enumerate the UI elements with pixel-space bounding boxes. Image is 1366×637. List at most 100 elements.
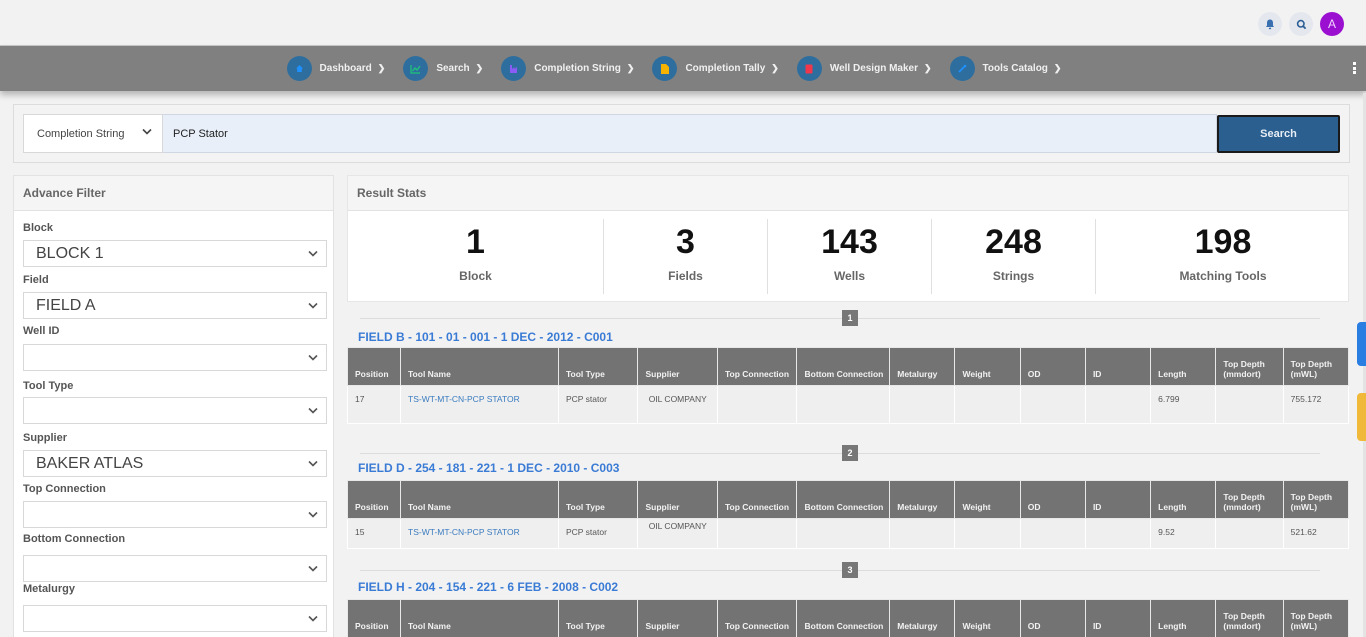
column-header[interactable]: Metalurgy bbox=[889, 599, 956, 637]
stat-value: 198 bbox=[1194, 223, 1252, 261]
column-header[interactable]: Supplier bbox=[637, 347, 718, 386]
column-header[interactable]: Top Depth (mmdort) bbox=[1215, 599, 1284, 637]
column-header[interactable]: OD bbox=[1019, 599, 1086, 637]
search-button[interactable]: Search bbox=[1217, 115, 1340, 153]
table-row[interactable]: 15 TS-WT-MT-CN-PCP STATOR PCP stator OIL CO… bbox=[347, 518, 1350, 549]
header-search-button[interactable] bbox=[1289, 12, 1313, 36]
filter-label: Bottom Connection bbox=[23, 533, 126, 545]
chevron-down-icon: ❯ bbox=[626, 63, 635, 73]
filter-select-tool-type[interactable] bbox=[23, 397, 327, 424]
table-cell: 521.62 bbox=[1282, 518, 1350, 549]
column-header[interactable]: Bottom Connection bbox=[796, 599, 891, 637]
filter-select-supplier[interactable]: BAKER ATLAS bbox=[23, 450, 327, 477]
filter-select-metalurgy[interactable] bbox=[23, 605, 327, 632]
table-cell bbox=[796, 385, 891, 424]
nav-item-dashboard[interactable]: Dashboard ❯ bbox=[286, 56, 385, 81]
top-header: A bbox=[0, 0, 1366, 46]
column-header[interactable]: Tool Type bbox=[557, 599, 639, 637]
filter-label: Field bbox=[23, 274, 49, 286]
group-number-badge: 1 bbox=[842, 310, 858, 326]
column-header[interactable]: Supplier bbox=[637, 599, 718, 637]
column-header[interactable]: Length bbox=[1150, 347, 1217, 386]
column-header[interactable]: Metalurgy bbox=[889, 480, 956, 519]
column-header[interactable]: Tool Name bbox=[400, 480, 559, 519]
group-title-link[interactable]: FIELD B - 101 - 01 - 001 - 1 DEC - 2012 … bbox=[358, 330, 613, 344]
column-header[interactable]: Tool Type bbox=[557, 347, 639, 386]
nav-item-search[interactable]: Search ❯ bbox=[403, 56, 483, 81]
column-header[interactable]: Top Connection bbox=[716, 347, 798, 386]
group-divider bbox=[360, 453, 1320, 454]
side-tab-blue[interactable] bbox=[1357, 322, 1366, 366]
filter-label: Well ID bbox=[23, 325, 60, 337]
column-header[interactable]: Weight bbox=[954, 480, 1021, 519]
column-header[interactable]: Top Depth (mmdort) bbox=[1215, 480, 1284, 519]
nav-label: Well Design Maker bbox=[829, 63, 918, 74]
column-header[interactable]: Tool Name bbox=[400, 599, 559, 637]
filter-select-well-id[interactable] bbox=[23, 344, 327, 371]
column-header[interactable]: ID bbox=[1084, 347, 1152, 386]
column-header[interactable]: Top Connection bbox=[716, 480, 798, 519]
column-header[interactable]: Top Depth (mWL) bbox=[1282, 599, 1350, 637]
column-header[interactable]: Length bbox=[1150, 599, 1217, 637]
search-input[interactable] bbox=[163, 114, 1217, 153]
table-row[interactable]: 17 TS-WT-MT-CN-PCP STATOR PCP stator OIL CO… bbox=[347, 385, 1350, 424]
column-header[interactable]: Position bbox=[347, 347, 401, 386]
nav-item-well-design-maker[interactable]: Well Design Maker ❯ bbox=[796, 56, 932, 81]
side-tab-yellow[interactable] bbox=[1357, 393, 1366, 441]
column-header[interactable]: Length bbox=[1150, 480, 1217, 519]
group-number-badge: 2 bbox=[842, 445, 858, 461]
tool-name-link[interactable]: TS-WT-MT-CN-PCP STATOR bbox=[408, 527, 520, 537]
column-header[interactable]: Weight bbox=[954, 599, 1021, 637]
filter-label: Tool Type bbox=[23, 380, 74, 392]
results-table: Position Tool Name Tool Type Supplier Top Co… bbox=[347, 480, 1350, 549]
group-title-link[interactable]: FIELD H - 204 - 154 - 221 - 6 FEB - 2008… bbox=[358, 580, 618, 594]
filter-field: Field FIELD A bbox=[23, 274, 327, 319]
filter-field: Bottom Connection bbox=[23, 533, 327, 582]
group-title-link[interactable]: FIELD D - 254 - 181 - 221 - 1 DEC - 2010… bbox=[358, 461, 619, 475]
filter-select-field[interactable]: FIELD A bbox=[23, 292, 327, 319]
nav-item-completion-string[interactable]: Completion String ❯ bbox=[501, 56, 634, 81]
column-header[interactable]: Position bbox=[347, 480, 401, 519]
header-actions: A bbox=[1258, 12, 1344, 36]
chevron-down-icon bbox=[308, 460, 318, 467]
column-header[interactable]: Weight bbox=[954, 347, 1021, 386]
column-header[interactable]: Tool Type bbox=[557, 480, 639, 519]
column-header[interactable]: Supplier bbox=[637, 480, 718, 519]
table-cell: 755.172 bbox=[1282, 385, 1350, 424]
nav-item-tools-catalog[interactable]: Tools Catalog ❯ bbox=[949, 56, 1061, 81]
column-header[interactable]: OD bbox=[1019, 347, 1086, 386]
user-avatar[interactable]: A bbox=[1320, 12, 1344, 36]
column-header[interactable]: OD bbox=[1019, 480, 1086, 519]
filter-select-top-connection[interactable] bbox=[23, 501, 327, 528]
notifications-button[interactable] bbox=[1258, 12, 1282, 36]
stat-label: Block bbox=[459, 269, 492, 283]
column-header[interactable]: Top Depth (mWL) bbox=[1282, 347, 1350, 386]
column-header[interactable]: ID bbox=[1084, 480, 1152, 519]
filter-field: Top Connection bbox=[23, 483, 327, 528]
column-header[interactable]: Bottom Connection bbox=[796, 480, 891, 519]
table-header-row: Position Tool Name Tool Type Supplier Top Co… bbox=[347, 480, 1350, 519]
stat-wells: 143 Wells bbox=[768, 219, 931, 294]
column-header[interactable]: Top Connection bbox=[716, 599, 798, 637]
column-header[interactable]: ID bbox=[1084, 599, 1152, 637]
tool-name-link[interactable]: TS-WT-MT-CN-PCP STATOR bbox=[408, 394, 520, 404]
filter-select-bottom-connection[interactable] bbox=[23, 555, 327, 582]
column-header[interactable]: Bottom Connection bbox=[796, 347, 891, 386]
table-cell bbox=[1215, 518, 1284, 549]
column-header[interactable]: Position bbox=[347, 599, 401, 637]
kebab-menu-icon[interactable] bbox=[1353, 62, 1356, 74]
column-header[interactable]: Top Depth (mWL) bbox=[1282, 480, 1350, 519]
search-type-select[interactable]: Completion String bbox=[23, 114, 163, 153]
nav-item-completion-tally[interactable]: Completion Tally ❯ bbox=[652, 56, 779, 81]
table-cell bbox=[889, 518, 956, 549]
filter-value: BLOCK 1 bbox=[36, 244, 104, 262]
column-header[interactable]: Top Depth (mmdort) bbox=[1215, 347, 1284, 386]
filter-select-block[interactable]: BLOCK 1 bbox=[23, 240, 327, 267]
result-stats-title: Result Stats bbox=[348, 176, 1348, 211]
chevron-down-icon bbox=[308, 511, 318, 518]
table-cell bbox=[716, 385, 798, 424]
chart-line-icon bbox=[403, 56, 429, 81]
home-icon bbox=[286, 56, 312, 81]
column-header[interactable]: Metalurgy bbox=[889, 347, 956, 386]
column-header[interactable]: Tool Name bbox=[400, 347, 559, 386]
